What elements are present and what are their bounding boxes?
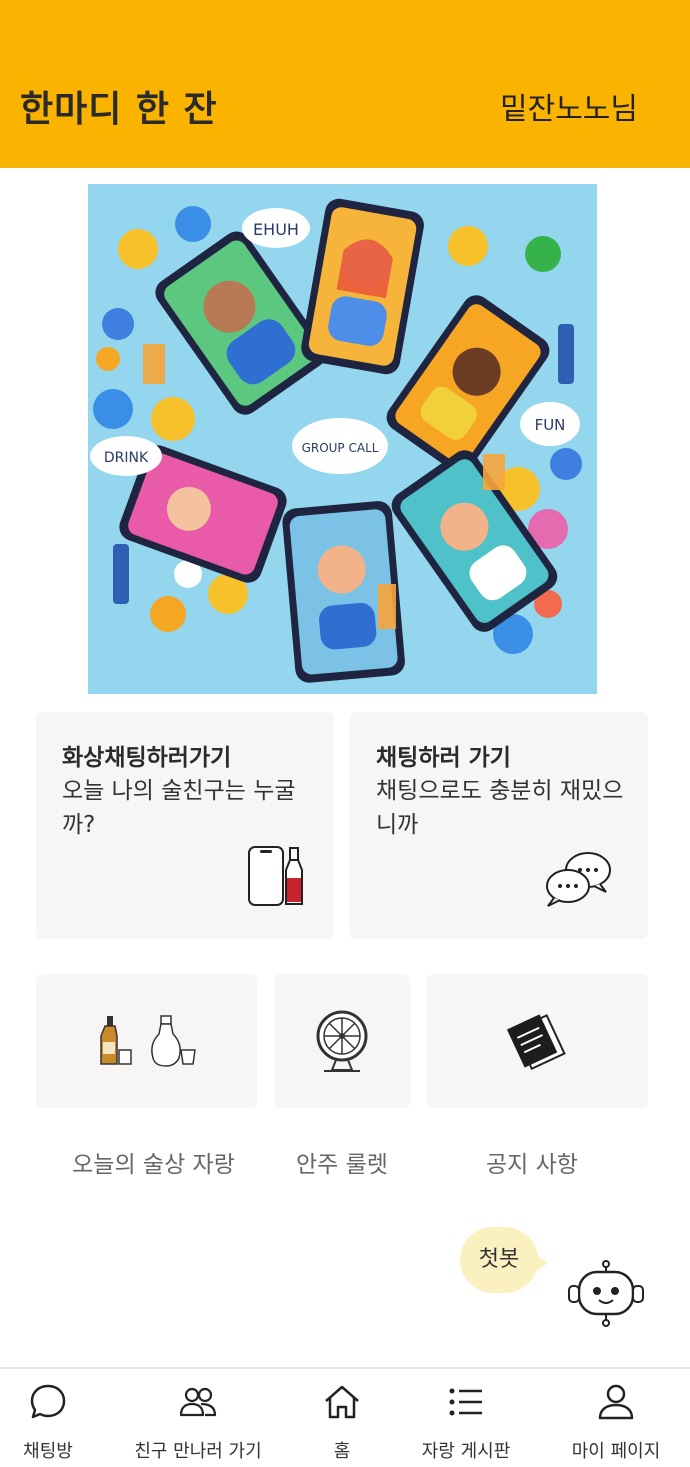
nav-chat-rooms-label: 채팅방 xyxy=(23,1441,73,1462)
video-chat-card[interactable]: 화상채팅하러가기 오늘 나의 술친구는 누굴까? xyxy=(36,712,334,939)
chat-bubble-icon xyxy=(30,1384,66,1419)
friends-icon xyxy=(179,1387,217,1417)
hero-illustration: EHUH DRINK GROUP CALL FUN xyxy=(88,184,597,694)
app-title: 한마디 한 잔 xyxy=(20,89,218,130)
person-icon xyxy=(598,1384,634,1420)
user-name[interactable]: 밑잔노노님 xyxy=(500,84,638,128)
roulette-wheel-icon xyxy=(316,1010,368,1072)
nav-home-label: 홈 xyxy=(333,1441,351,1462)
notice-tile[interactable] xyxy=(427,974,648,1108)
svg-text:GROUP CALL: GROUP CALL xyxy=(302,441,379,455)
nav-chat-rooms[interactable]: 채팅방 xyxy=(0,1369,96,1467)
nav-meet-friends[interactable]: 친구 만나러 가기 xyxy=(118,1369,278,1467)
nav-my-page-label: 마이 페이지 xyxy=(571,1441,661,1462)
text-chat-card-desc: 채팅으로도 충분히 재밌으니까 xyxy=(376,778,624,838)
svg-text:DRINK: DRINK xyxy=(104,450,149,466)
phone-bottle-icon xyxy=(248,846,303,906)
text-chat-card[interactable]: 채팅하러 가기 채팅으로도 충분히 재밌으니까 xyxy=(350,712,648,939)
notice-label[interactable]: 공지 사항 xyxy=(427,1145,637,1179)
nav-showoff-board-label: 자랑 게시판 xyxy=(421,1441,511,1462)
nav-meet-friends-label: 친구 만나러 가기 xyxy=(134,1441,262,1462)
chatbot-bubble[interactable]: 첫봇 xyxy=(460,1227,548,1293)
svg-text:FUN: FUN xyxy=(535,416,566,434)
speech-bubble-fun: FUN xyxy=(520,402,580,446)
app-header: 한마디 한 잔 밑잔노노님 xyxy=(0,0,690,168)
liquor-bottles-icon xyxy=(100,1015,196,1067)
drinks-showoff-tile[interactable] xyxy=(36,974,257,1108)
list-icon xyxy=(449,1388,482,1416)
svg-text:EHUH: EHUH xyxy=(253,220,299,239)
notice-notes-icon xyxy=(507,1014,566,1071)
group-call-illustration: EHUH DRINK GROUP CALL FUN xyxy=(88,184,597,694)
speech-bubble-drink: DRINK xyxy=(90,436,162,476)
text-chat-card-title: 채팅하러 가기 xyxy=(376,745,511,771)
speech-bubble-ehuh: EHUH xyxy=(242,208,310,248)
video-chat-card-title: 화상채팅하러가기 xyxy=(62,745,232,771)
bottom-nav: 채팅방 친구 만나러 가기 홈 자랑 게시판 마이 페이지 xyxy=(0,1367,690,1467)
nav-home[interactable]: 홈 xyxy=(302,1369,382,1467)
snack-roulette-tile[interactable] xyxy=(274,974,410,1108)
speech-bubble-group-call: GROUP CALL xyxy=(292,418,388,474)
drinks-showoff-label[interactable]: 오늘의 술상 자랑 xyxy=(36,1145,271,1179)
nav-showoff-board[interactable]: 자랑 게시판 xyxy=(404,1369,528,1467)
robot-icon[interactable] xyxy=(565,1258,647,1328)
nav-my-page[interactable]: 마이 페이지 xyxy=(556,1369,676,1467)
snack-roulette-label[interactable]: 안주 룰렛 xyxy=(274,1145,410,1179)
home-icon xyxy=(325,1385,359,1419)
video-chat-card-desc: 오늘 나의 술친구는 누굴까? xyxy=(62,778,296,838)
chat-bubbles-icon xyxy=(546,852,611,907)
